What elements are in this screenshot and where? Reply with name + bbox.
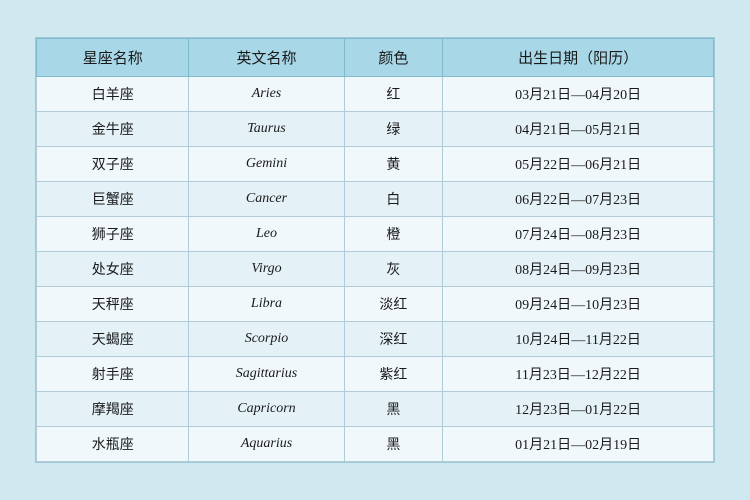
table-row: 白羊座Aries红03月21日—04月20日	[37, 77, 714, 112]
table-row: 双子座Gemini黄05月22日—06月21日	[37, 147, 714, 182]
cell-dates: 03月21日—04月20日	[443, 77, 714, 112]
cell-english: Aquarius	[189, 427, 344, 462]
cell-color: 绿	[344, 112, 443, 147]
cell-dates: 10月24日—11月22日	[443, 322, 714, 357]
cell-color: 紫红	[344, 357, 443, 392]
col-header-chinese: 星座名称	[37, 39, 189, 77]
cell-dates: 12月23日—01月22日	[443, 392, 714, 427]
cell-chinese: 白羊座	[37, 77, 189, 112]
cell-english: Sagittarius	[189, 357, 344, 392]
cell-color: 深红	[344, 322, 443, 357]
cell-dates: 01月21日—02月19日	[443, 427, 714, 462]
cell-chinese: 狮子座	[37, 217, 189, 252]
col-header-color: 颜色	[344, 39, 443, 77]
cell-english: Cancer	[189, 182, 344, 217]
table-row: 天蝎座Scorpio深红10月24日—11月22日	[37, 322, 714, 357]
col-header-dates: 出生日期（阳历）	[443, 39, 714, 77]
cell-dates: 09月24日—10月23日	[443, 287, 714, 322]
cell-chinese: 射手座	[37, 357, 189, 392]
cell-color: 灰	[344, 252, 443, 287]
cell-english: Libra	[189, 287, 344, 322]
cell-chinese: 天秤座	[37, 287, 189, 322]
cell-chinese: 巨蟹座	[37, 182, 189, 217]
zodiac-table-container: 星座名称 英文名称 颜色 出生日期（阳历） 白羊座Aries红03月21日—04…	[35, 37, 715, 463]
cell-dates: 11月23日—12月22日	[443, 357, 714, 392]
cell-english: Taurus	[189, 112, 344, 147]
table-row: 射手座Sagittarius紫红11月23日—12月22日	[37, 357, 714, 392]
cell-chinese: 天蝎座	[37, 322, 189, 357]
cell-color: 红	[344, 77, 443, 112]
cell-chinese: 处女座	[37, 252, 189, 287]
cell-dates: 07月24日—08月23日	[443, 217, 714, 252]
cell-color: 黑	[344, 392, 443, 427]
cell-english: Virgo	[189, 252, 344, 287]
cell-chinese: 金牛座	[37, 112, 189, 147]
cell-english: Scorpio	[189, 322, 344, 357]
cell-color: 白	[344, 182, 443, 217]
cell-dates: 04月21日—05月21日	[443, 112, 714, 147]
cell-dates: 05月22日—06月21日	[443, 147, 714, 182]
table-header-row: 星座名称 英文名称 颜色 出生日期（阳历）	[37, 39, 714, 77]
table-row: 巨蟹座Cancer白06月22日—07月23日	[37, 182, 714, 217]
cell-color: 橙	[344, 217, 443, 252]
table-row: 摩羯座Capricorn黑12月23日—01月22日	[37, 392, 714, 427]
cell-english: Gemini	[189, 147, 344, 182]
cell-chinese: 双子座	[37, 147, 189, 182]
cell-color: 黄	[344, 147, 443, 182]
col-header-english: 英文名称	[189, 39, 344, 77]
table-row: 处女座Virgo灰08月24日—09月23日	[37, 252, 714, 287]
cell-english: Leo	[189, 217, 344, 252]
cell-chinese: 水瓶座	[37, 427, 189, 462]
cell-dates: 08月24日—09月23日	[443, 252, 714, 287]
cell-dates: 06月22日—07月23日	[443, 182, 714, 217]
table-row: 金牛座Taurus绿04月21日—05月21日	[37, 112, 714, 147]
table-row: 天秤座Libra淡红09月24日—10月23日	[37, 287, 714, 322]
cell-english: Aries	[189, 77, 344, 112]
cell-chinese: 摩羯座	[37, 392, 189, 427]
zodiac-table: 星座名称 英文名称 颜色 出生日期（阳历） 白羊座Aries红03月21日—04…	[36, 38, 714, 462]
table-row: 狮子座Leo橙07月24日—08月23日	[37, 217, 714, 252]
cell-color: 黑	[344, 427, 443, 462]
table-body: 白羊座Aries红03月21日—04月20日金牛座Taurus绿04月21日—0…	[37, 77, 714, 462]
table-row: 水瓶座Aquarius黑01月21日—02月19日	[37, 427, 714, 462]
cell-color: 淡红	[344, 287, 443, 322]
cell-english: Capricorn	[189, 392, 344, 427]
